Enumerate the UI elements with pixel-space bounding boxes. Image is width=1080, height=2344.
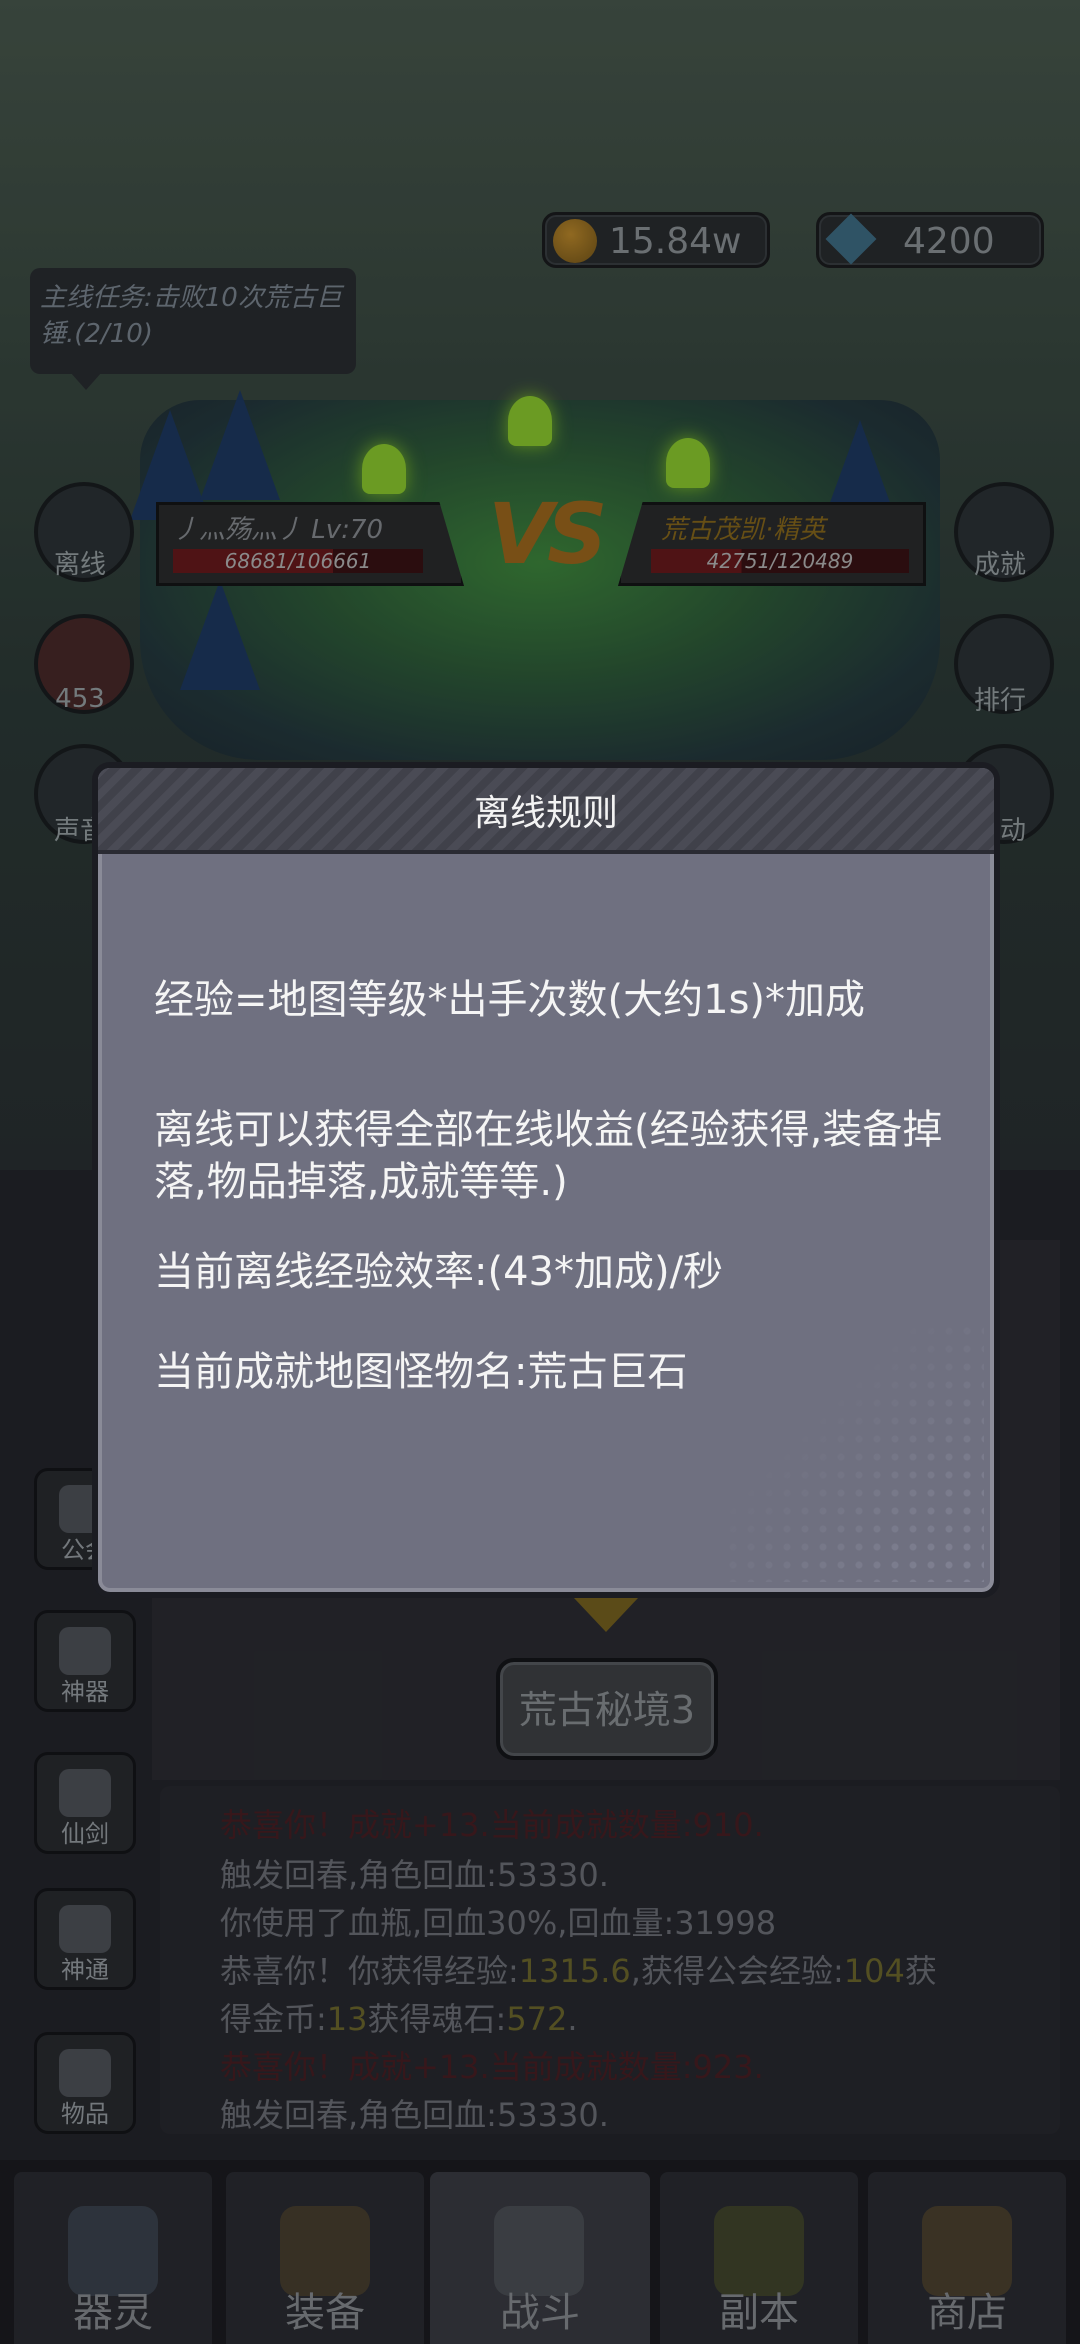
offline-rules-dialog: 离线规则 经验=地图等级*出手次数(大约1s)*加成 离线可以获得全部在线收益(… [92,762,1000,1598]
rule-line: 当前成就地图怪物名:荒古巨石 [154,1349,688,1395]
dialog-header: 离线规则 [98,768,994,854]
rule-line: 经验=地图等级*出手次数(大约1s)*加成 [154,977,866,1023]
rule-line: 当前离线经验效率:(43*加成)/秒 [154,1249,724,1295]
rule-line: 离线可以获得全部在线收益(经验获得,装备掉落,物品掉落,成就等等.) [154,1107,943,1205]
dialog-title: 离线规则 [473,793,618,834]
